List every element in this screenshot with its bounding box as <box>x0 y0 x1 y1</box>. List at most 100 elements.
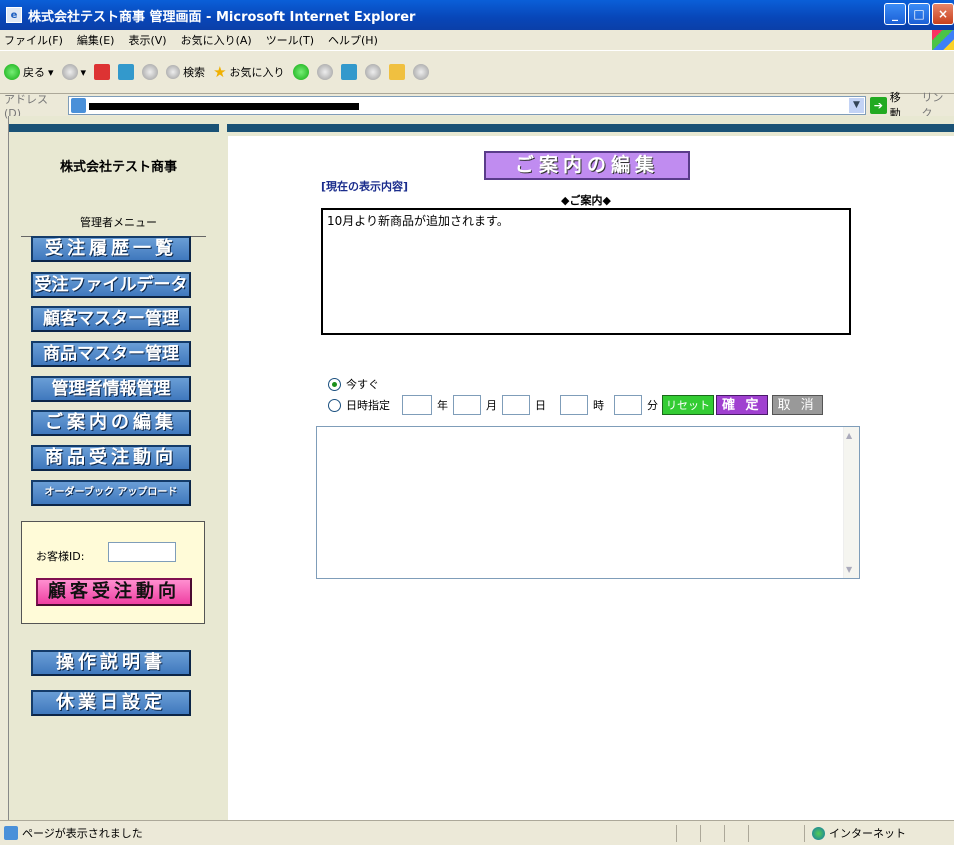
reset-button[interactable]: リセット <box>662 395 714 415</box>
day-unit: 日 <box>535 399 546 412</box>
radio-datetime-label: 日時指定 <box>346 399 390 412</box>
customer-trend-box: お客様ID: 顧客受注動向 <box>21 521 205 624</box>
favorites-label: お気に入り <box>229 66 285 79</box>
radio-now[interactable] <box>328 377 341 391</box>
radio-datetime[interactable] <box>328 398 341 412</box>
menu-edit[interactable]: 編集(E) <box>77 32 115 48</box>
go-arrow-icon: ➔ <box>869 96 887 114</box>
back-button[interactable]: 戻る ▾ <box>4 64 54 80</box>
textarea-scrollbar[interactable]: ▲ ▼ <box>843 427 859 578</box>
search-icon <box>166 65 181 79</box>
back-label: 戻る <box>23 66 45 79</box>
menu-view[interactable]: 表示(V) <box>128 32 166 48</box>
current-notice-box: 10月より新商品が追加されます。 <box>321 208 851 335</box>
radio-now-label: 今すぐ <box>346 378 379 391</box>
customer-order-trend-button[interactable]: 顧客受注動向 <box>36 578 192 606</box>
header-bar <box>9 124 954 132</box>
menu-tools[interactable]: ツール(T) <box>266 32 314 48</box>
scroll-down-icon[interactable]: ▼ <box>846 565 852 574</box>
manual-button[interactable]: 操作説明書 <box>31 650 191 676</box>
notice-edit-textarea[interactable]: ▲ ▼ <box>316 426 860 579</box>
cancel-button[interactable]: 取 消 <box>771 395 823 415</box>
status-bar: ページが表示されました インターネット <box>0 820 954 845</box>
redacted-url <box>89 102 360 110</box>
address-bar: アドレス(D) ▼ ➔ 移動 リンク <box>0 91 954 120</box>
notice-title: ◆ご案内◆ <box>561 194 611 207</box>
current-notice-text: 10月より新商品が追加されます。 <box>327 214 509 228</box>
favorites-button[interactable]: ★ お気に入り <box>213 63 284 81</box>
company-name: 株式会社テスト商事 <box>59 160 177 175</box>
print-icon[interactable] <box>340 64 357 80</box>
star-icon: ★ <box>213 63 227 81</box>
scroll-up-icon[interactable]: ▲ <box>846 431 852 440</box>
top-strip <box>9 116 954 136</box>
messenger-icon[interactable] <box>412 64 429 80</box>
history-icon[interactable] <box>292 64 309 80</box>
page-content: 株式会社テスト商事 管理者メニュー 受注履歴一覧 受注ファイルデータ 顧客マスタ… <box>8 116 954 820</box>
search-label: 検索 <box>183 66 206 79</box>
minute-input[interactable] <box>614 395 642 415</box>
status-text: ページが表示されました <box>22 827 143 840</box>
sidebar-item-admin-info[interactable]: 管理者情報管理 <box>31 376 191 402</box>
customer-id-input[interactable] <box>108 542 176 562</box>
globe-icon <box>812 826 825 840</box>
confirm-button[interactable]: 確 定 <box>716 395 768 415</box>
menu-help[interactable]: ヘルプ(H) <box>328 32 378 48</box>
windows-logo-icon <box>932 30 954 50</box>
search-button[interactable]: 検索 <box>166 64 205 80</box>
radio-now-row: 今すぐ <box>328 376 379 392</box>
page-title: ご案内の編集 <box>484 151 690 180</box>
close-icon[interactable]: × <box>932 3 954 25</box>
status-divider <box>724 825 725 842</box>
day-input[interactable] <box>502 395 530 415</box>
sidebar-item-product-order-trend[interactable]: 商品受注動向 <box>31 445 191 471</box>
year-input[interactable] <box>402 395 432 415</box>
edit-icon[interactable] <box>364 64 381 80</box>
back-arrow-icon <box>4 64 20 80</box>
sidebar-item-notice-edit[interactable]: ご案内の編集 <box>31 410 191 436</box>
ie-app-icon: e <box>6 7 22 23</box>
status-divider <box>700 825 701 842</box>
sidebar-item-order-file-data[interactable]: 受注ファイルデータ <box>31 272 191 298</box>
chevron-down-icon[interactable]: ▼ <box>848 97 864 113</box>
hour-unit: 時 <box>593 399 604 412</box>
sidebar-item-product-master[interactable]: 商品マスター管理 <box>31 341 191 367</box>
sidebar-item-order-history[interactable]: 受注履歴一覧 <box>31 236 191 262</box>
status-divider <box>676 825 677 842</box>
refresh-icon[interactable] <box>118 64 135 80</box>
mail-icon[interactable] <box>316 64 333 80</box>
menu-favorites[interactable]: お気に入り(A) <box>181 32 252 48</box>
radio-datetime-row: 日時指定 年 月 日 時 分 リセット 確 定 取 消 <box>328 395 823 415</box>
forward-button[interactable]: ▾ <box>61 64 86 80</box>
admin-menu-title: 管理者メニュー <box>80 216 157 229</box>
holiday-setting-button[interactable]: 休業日設定 <box>31 690 191 716</box>
status-divider <box>804 825 805 842</box>
year-unit: 年 <box>437 399 448 412</box>
hour-input[interactable] <box>560 395 588 415</box>
address-input[interactable]: ▼ <box>68 95 866 115</box>
home-icon[interactable] <box>142 64 159 80</box>
sidebar-item-orderbook-upload[interactable]: オーダーブック アップロード <box>31 480 191 506</box>
menu-bar: ファイル(F) 編集(E) 表示(V) お気に入り(A) ツール(T) ヘルプ(… <box>0 30 954 50</box>
customer-id-label: お客様ID: <box>36 550 85 563</box>
maximize-icon[interactable]: □ <box>908 3 930 25</box>
internet-zone: インターネット <box>812 825 906 841</box>
internet-zone-label: インターネット <box>829 827 906 840</box>
window-title-bar: e 株式会社テスト商事 管理画面 - Microsoft Internet Ex… <box>0 0 954 30</box>
month-unit: 月 <box>486 399 497 412</box>
page-icon <box>71 97 87 113</box>
sidebar-item-customer-master[interactable]: 顧客マスター管理 <box>31 306 191 332</box>
main-panel: ご案内の編集 [現在の表示内容] ◆ご案内◆ 10月より新商品が追加されます。 … <box>228 136 954 820</box>
page-status-icon <box>4 826 18 840</box>
window-title: 株式会社テスト商事 管理画面 - Microsoft Internet Expl… <box>28 9 416 25</box>
stop-icon[interactable] <box>94 64 111 80</box>
minute-unit: 分 <box>647 399 658 412</box>
sidebar: 株式会社テスト商事 管理者メニュー 受注履歴一覧 受注ファイルデータ 顧客マスタ… <box>9 136 228 820</box>
status-divider <box>748 825 749 842</box>
minimize-icon[interactable]: _ <box>884 3 906 25</box>
folder-icon[interactable] <box>388 64 405 80</box>
window-controls: _ □ × <box>884 3 954 25</box>
month-input[interactable] <box>453 395 481 415</box>
menu-file[interactable]: ファイル(F) <box>4 32 63 48</box>
toolbar: 戻る ▾ ▾ 検索 ★ お気に入り <box>0 50 954 94</box>
